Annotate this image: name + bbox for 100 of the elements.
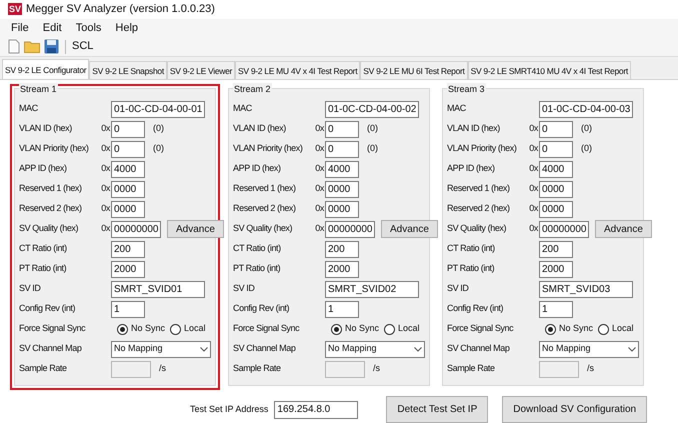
field-label: Config Rev (int) <box>233 303 290 314</box>
menu-item[interactable]: Help <box>110 20 144 36</box>
input-field[interactable]: 4000 <box>111 160 145 178</box>
radio-option[interactable]: Local <box>170 322 206 336</box>
input-field[interactable]: 0 <box>539 140 573 158</box>
radio-option[interactable]: No Sync <box>545 322 594 336</box>
field-label: CT Ratio (int) <box>447 243 495 254</box>
field-label: SV Channel Map <box>19 343 82 354</box>
field-label: CT Ratio (int) <box>19 243 67 254</box>
hex-prefix: 0x <box>101 163 110 174</box>
hex-prefix: 0x <box>101 183 110 194</box>
input-field[interactable]: 0000 <box>111 200 145 218</box>
input-field[interactable]: 2000 <box>111 260 145 278</box>
input-field[interactable]: 01-0C-CD-04-00-01 <box>111 100 205 118</box>
input-field[interactable]: 0000 <box>111 180 145 198</box>
radio-option[interactable]: Local <box>598 322 634 336</box>
field-label: SV Channel Map <box>233 343 296 354</box>
hex-prefix: 0x <box>315 183 324 194</box>
tab[interactable]: SV 9-2 LE SMRT410 MU 4V x 4I Test Report <box>468 61 631 79</box>
tab[interactable]: SV 9-2 LE Viewer <box>166 61 236 79</box>
input-field[interactable]: 0000 <box>325 180 359 198</box>
channel-map-dropdown[interactable]: No Mapping <box>111 340 211 358</box>
advance-button[interactable]: Advance <box>381 220 438 238</box>
input-field[interactable]: 0000 <box>325 200 359 218</box>
field-label: PT Ratio (int) <box>233 263 280 274</box>
decimal-note: (0) <box>581 122 592 136</box>
field-label: SV ID <box>447 283 469 294</box>
field-label: APP ID (hex) <box>447 163 495 174</box>
input-field[interactable]: 1 <box>539 300 573 318</box>
input-field[interactable]: 0 <box>325 120 359 138</box>
field-label: APP ID (hex) <box>19 163 67 174</box>
field-label: Sample Rate <box>233 363 281 374</box>
field-label: Reserved 1 (hex) <box>233 183 296 194</box>
channel-map-dropdown[interactable]: No Mapping <box>325 340 425 358</box>
input-field[interactable]: 4000 <box>539 160 573 178</box>
hex-prefix: 0x <box>101 143 110 154</box>
hex-prefix: 0x <box>529 123 538 134</box>
new-document-icon[interactable] <box>8 39 20 54</box>
input-field[interactable]: SMRT_SVID02 <box>325 280 419 298</box>
tab[interactable]: SV 9-2 LE MU 4V x 4I Test Report <box>235 61 360 79</box>
input-field[interactable]: 1 <box>325 300 359 318</box>
input-field[interactable]: 00000000 <box>325 220 375 238</box>
input-field[interactable]: SMRT_SVID03 <box>539 280 633 298</box>
field-label: SV Quality (hex) <box>447 223 506 234</box>
field-label: Force Signal Sync <box>447 323 514 334</box>
scl-toolbar-button[interactable]: SCL <box>72 38 94 55</box>
field-label: Reserved 1 (hex) <box>447 183 510 194</box>
decimal-note: (0) <box>367 122 378 136</box>
input-field[interactable]: 4000 <box>325 160 359 178</box>
input-field[interactable]: 0 <box>325 140 359 158</box>
input-field[interactable]: 200 <box>539 240 573 258</box>
input-field[interactable]: 01-0C-CD-04-00-02 <box>325 100 419 118</box>
save-icon[interactable] <box>44 39 59 54</box>
hex-prefix: 0x <box>529 163 538 174</box>
field-label: MAC <box>447 103 466 114</box>
field-label: VLAN ID (hex) <box>233 123 286 134</box>
hex-prefix: 0x <box>315 223 324 234</box>
input-field[interactable]: 1 <box>111 300 145 318</box>
unit-label: /s <box>587 362 594 376</box>
ip-address-field[interactable]: 169.254.8.0 <box>274 400 358 418</box>
decimal-note: (0) <box>581 142 592 156</box>
hex-prefix: 0x <box>529 223 538 234</box>
menu-item[interactable]: File <box>6 20 34 36</box>
input-field[interactable]: 200 <box>111 240 145 258</box>
field-label: Reserved 2 (hex) <box>233 203 296 214</box>
input-field[interactable]: 0000 <box>539 180 573 198</box>
field-label: VLAN Priority (hex) <box>447 143 516 154</box>
input-field[interactable]: SMRT_SVID01 <box>111 280 205 298</box>
tab[interactable]: SV 9-2 LE MU 6I Test Report <box>360 61 468 79</box>
input-field[interactable]: 2000 <box>325 260 359 278</box>
advance-button[interactable]: Advance <box>595 220 652 238</box>
menu-item[interactable]: Tools <box>70 20 106 36</box>
tab[interactable]: SV 9-2 LE Configurator <box>2 59 90 79</box>
action-button[interactable]: Download SV Configuration <box>502 396 648 423</box>
field-label: Force Signal Sync <box>233 323 300 334</box>
input-field[interactable]: 00000000 <box>539 220 589 238</box>
unit-label: /s <box>159 362 166 376</box>
input-field[interactable]: 0000 <box>539 200 573 218</box>
decimal-note: (0) <box>153 142 164 156</box>
input-field[interactable]: 00000000 <box>111 220 161 238</box>
hex-prefix: 0x <box>101 223 110 234</box>
action-button[interactable]: Detect Test Set IP <box>386 396 488 423</box>
input-field[interactable]: 0 <box>111 120 145 138</box>
input-field[interactable]: 2000 <box>539 260 573 278</box>
field-label: SV Quality (hex) <box>233 223 292 234</box>
advance-button[interactable]: Advance <box>167 220 224 238</box>
radio-option[interactable]: Local <box>384 322 420 336</box>
menu-item[interactable]: Edit <box>38 20 67 36</box>
radio-option[interactable]: No Sync <box>117 322 166 336</box>
tab[interactable]: SV 9-2 LE Snapshot <box>89 61 167 79</box>
channel-map-dropdown[interactable]: No Mapping <box>539 340 639 358</box>
radio-option[interactable]: No Sync <box>331 322 380 336</box>
input-field[interactable]: 0 <box>111 140 145 158</box>
field-label: MAC <box>19 103 38 114</box>
input-field[interactable]: 0 <box>539 120 573 138</box>
hex-prefix: 0x <box>101 123 110 134</box>
input-field[interactable]: 200 <box>325 240 359 258</box>
ip-address-label: Test Set IP Address <box>190 402 268 416</box>
field-label: PT Ratio (int) <box>19 263 66 274</box>
input-field[interactable]: 01-0C-CD-04-00-03 <box>539 100 633 118</box>
